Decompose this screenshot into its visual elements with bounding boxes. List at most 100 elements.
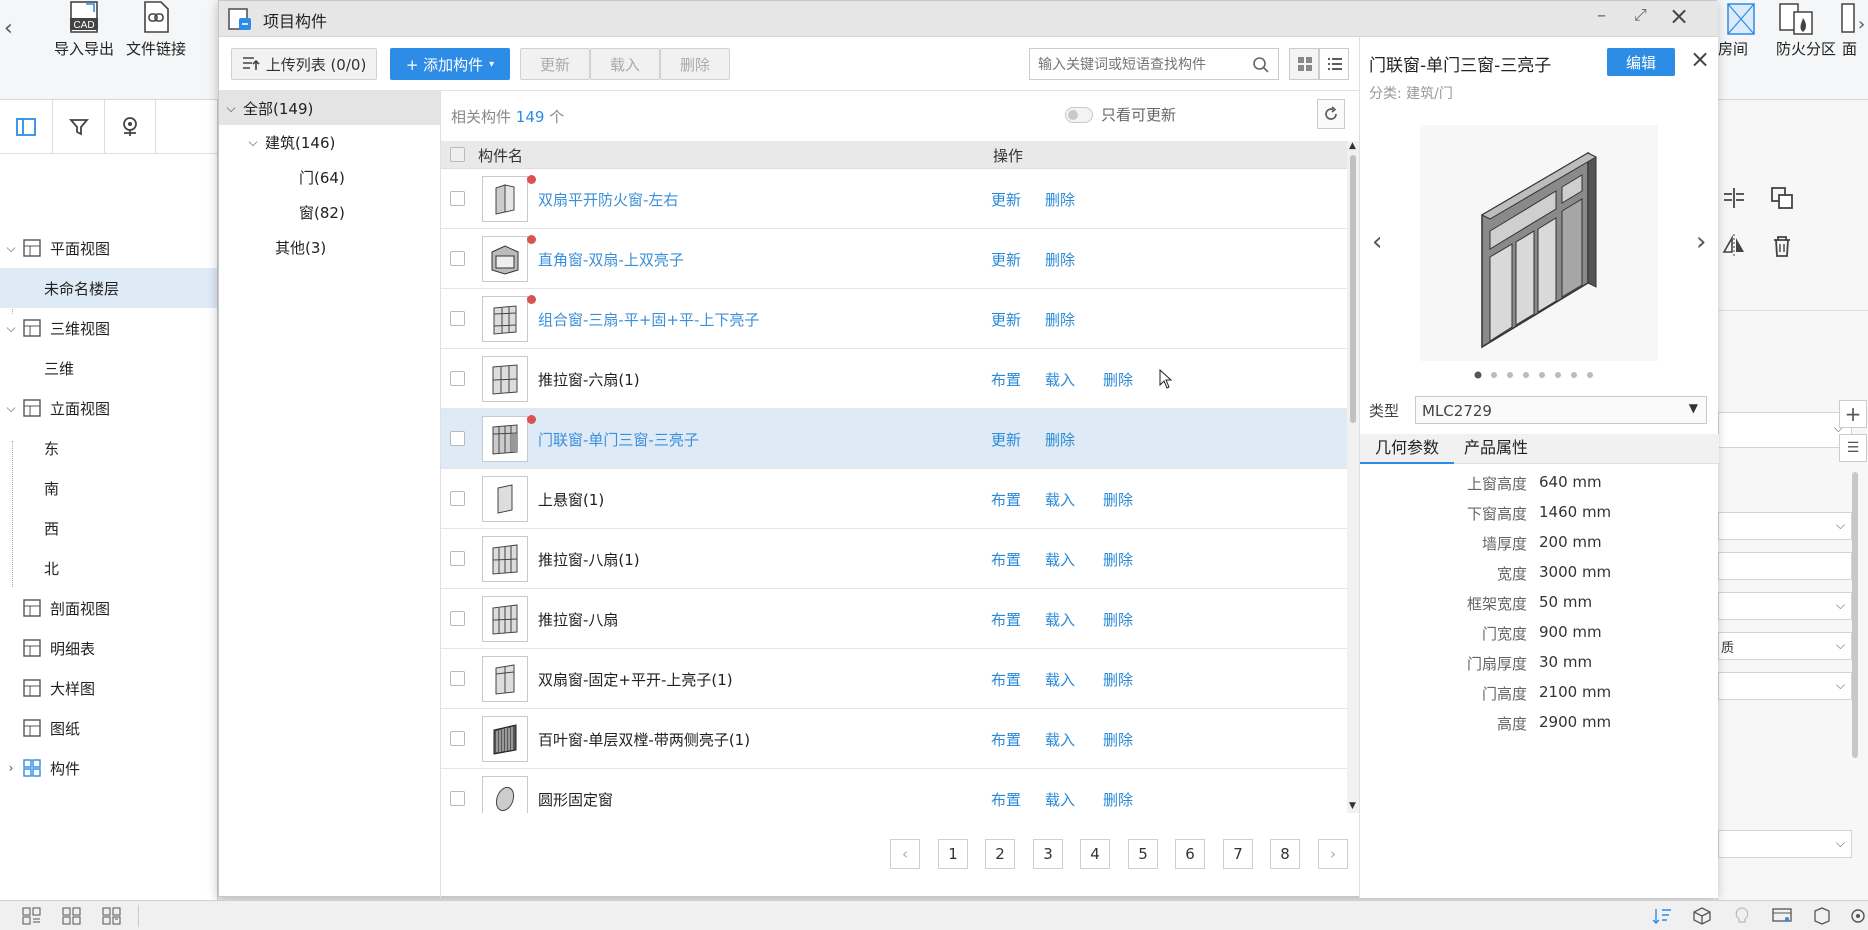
dialog-title-bar[interactable]: 项目构件 – ⤢ × <box>219 1 1718 37</box>
preview-prev-arrow[interactable]: ‹ <box>1372 227 1382 257</box>
row-checkbox[interactable] <box>450 191 465 206</box>
list-scrollbar[interactable]: ▲ ▼ <box>1347 141 1359 813</box>
row-action-1[interactable]: 更新 <box>991 229 1021 289</box>
table-row[interactable]: 直角窗-双扇-上双亮子 更新 删除 <box>441 229 1347 289</box>
only-updatable-toggle[interactable] <box>1065 107 1093 123</box>
add-property-button[interactable]: + <box>1839 400 1867 428</box>
fire-zone-label[interactable]: 防火分区 <box>1776 38 1836 59</box>
search-input[interactable] <box>1030 49 1245 79</box>
detail-close-icon[interactable]: × <box>1690 45 1710 73</box>
row-action-2[interactable]: 载入 <box>1045 649 1075 709</box>
room-icon[interactable] <box>1720 2 1770 38</box>
tree-node-3d-views[interactable]: ⌵ 三维视图 <box>0 308 217 348</box>
row-action-1[interactable]: 布置 <box>991 529 1021 589</box>
chevron-down-icon[interactable]: ⌵ <box>241 135 265 150</box>
row-checkbox[interactable] <box>450 791 465 806</box>
page-6-button[interactable]: 6 <box>1175 839 1205 869</box>
row-action-1[interactable]: 布置 <box>991 589 1021 649</box>
page-8-button[interactable]: 8 <box>1270 839 1300 869</box>
property-field-1[interactable]: ⌵ <box>1718 512 1852 540</box>
tree-node-elevation-views[interactable]: ⌵ 立面视图 <box>0 388 217 428</box>
tab-views[interactable] <box>0 100 52 154</box>
import-export-button[interactable]: CAD 导入导出 <box>46 0 122 64</box>
table-row[interactable]: 推拉窗-八扇 布置 载入 删除 <box>441 589 1347 649</box>
tree-node-unnamed-floor[interactable]: 未命名楼层 <box>0 268 217 308</box>
category-window[interactable]: 窗(82) <box>299 195 345 229</box>
table-row[interactable]: 推拉窗-六扇(1) 布置 载入 删除 <box>441 349 1347 409</box>
tab-filter[interactable] <box>52 100 104 154</box>
close-icon[interactable]: × <box>1669 2 1689 30</box>
component-name[interactable]: 双扇平开防火窗-左右 <box>538 169 678 229</box>
category-other[interactable]: 其他(3) <box>275 230 326 264</box>
page-2-button[interactable]: 2 <box>985 839 1015 869</box>
row-action-1[interactable]: 布置 <box>991 649 1021 709</box>
tree-node-details[interactable]: 大样图 <box>0 668 217 708</box>
row-action-3[interactable]: 删除 <box>1103 649 1133 709</box>
tree-node-north[interactable]: 北 <box>0 548 217 588</box>
tree-node-3d[interactable]: 三维 <box>0 348 217 388</box>
row-action-3[interactable]: 删除 <box>1103 769 1133 813</box>
table-row[interactable]: 圆形固定窗 布置 载入 删除 <box>441 769 1347 813</box>
row-action-1[interactable]: 布置 <box>991 769 1021 813</box>
row-action-2[interactable]: 载入 <box>1045 469 1075 529</box>
row-checkbox[interactable] <box>450 611 465 626</box>
property-dropdown[interactable]: ⌵ <box>1718 412 1852 448</box>
add-component-button[interactable]: + 添加构件 ▾ <box>390 48 510 80</box>
search-icon[interactable] <box>1252 56 1270 74</box>
update-button[interactable]: 更新 <box>520 48 590 80</box>
refresh-button[interactable] <box>1317 99 1345 129</box>
row-checkbox[interactable] <box>450 551 465 566</box>
screen-icon[interactable] <box>1772 907 1792 925</box>
row-checkbox[interactable] <box>450 251 465 266</box>
tree-node-south[interactable]: 南 <box>0 468 217 508</box>
row-action-2[interactable]: 删除 <box>1045 409 1075 469</box>
tree-node-components[interactable]: › 构件 <box>0 748 217 788</box>
row-action-2[interactable]: 载入 <box>1045 589 1075 649</box>
row-action-1[interactable]: 布置 <box>991 469 1021 529</box>
row-action-1[interactable]: 更新 <box>991 169 1021 229</box>
load-button[interactable]: 载入 <box>590 48 660 80</box>
row-action-2[interactable]: 载入 <box>1045 709 1075 769</box>
row-action-3[interactable]: 删除 <box>1103 349 1133 409</box>
row-action-3[interactable]: 删除 <box>1103 709 1133 769</box>
chevron-down-icon[interactable]: ⌵ <box>0 401 22 416</box>
tab-product[interactable]: 产品属性 <box>1464 434 1544 464</box>
component-name[interactable]: 推拉窗-八扇(1) <box>538 529 640 589</box>
table-row[interactable]: 百叶窗-单层双樘-带两侧亮子(1) 布置 载入 删除 <box>441 709 1347 769</box>
cascade-view-icon[interactable] <box>102 907 122 925</box>
table-row-selected[interactable]: 门联窗-单门三窗-三亮子 更新 删除 <box>441 409 1347 469</box>
tree-node-section-views[interactable]: 剖面视图 <box>0 588 217 628</box>
property-field-5[interactable]: ⌵ <box>1718 672 1852 700</box>
component-name[interactable]: 圆形固定窗 <box>538 769 613 813</box>
upload-list-button[interactable]: 上传列表 (0/0) <box>231 48 377 80</box>
box-icon[interactable] <box>1812 907 1832 925</box>
row-action-2[interactable]: 删除 <box>1045 169 1075 229</box>
table-row[interactable]: 上悬窗(1) 布置 载入 删除 <box>441 469 1347 529</box>
type-select[interactable]: MLC2729 ▼ <box>1415 396 1707 424</box>
preview-next-arrow[interactable]: › <box>1696 227 1706 257</box>
page-7-button[interactable]: 7 <box>1223 839 1253 869</box>
table-row[interactable]: 双扇窗-固定+平开-上亮子(1) 布置 载入 删除 <box>441 649 1347 709</box>
component-name[interactable]: 上悬窗(1) <box>538 469 604 529</box>
table-row[interactable]: 组合窗-三扇-平+固+平-上下亮子 更新 删除 <box>441 289 1347 349</box>
tab-geometry[interactable]: 几何参数 <box>1360 434 1454 464</box>
room-label[interactable]: 房间 <box>1718 38 1748 59</box>
tree-node-east[interactable]: 东 <box>0 428 217 468</box>
tree-node-plan-views[interactable]: ⌵ 平面视图 <box>0 228 217 268</box>
maximize-icon[interactable]: ⤢ <box>1634 5 1647 25</box>
row-action-2[interactable]: 删除 <box>1045 289 1075 349</box>
tile-view-icon[interactable] <box>62 907 82 925</box>
preview-pager-dots[interactable] <box>1473 368 1603 379</box>
category-all[interactable]: ⌵ 全部(149) <box>219 91 440 125</box>
face-icon[interactable] <box>1838 2 1860 38</box>
table-row[interactable]: 推拉窗-八扇(1) 布置 载入 删除 <box>441 529 1347 589</box>
properties-scrollbar[interactable] <box>1852 472 1858 758</box>
select-all-checkbox[interactable] <box>450 147 465 162</box>
row-checkbox[interactable] <box>450 371 465 386</box>
row-action-2[interactable]: 载入 <box>1045 349 1075 409</box>
chevron-right-icon[interactable]: › <box>0 761 22 775</box>
tree-node-sheets[interactable]: 图纸 <box>0 708 217 748</box>
property-field-2[interactable] <box>1718 552 1852 580</box>
component-name[interactable]: 直角窗-双扇-上双亮子 <box>538 229 684 289</box>
page-4-button[interactable]: 4 <box>1080 839 1110 869</box>
